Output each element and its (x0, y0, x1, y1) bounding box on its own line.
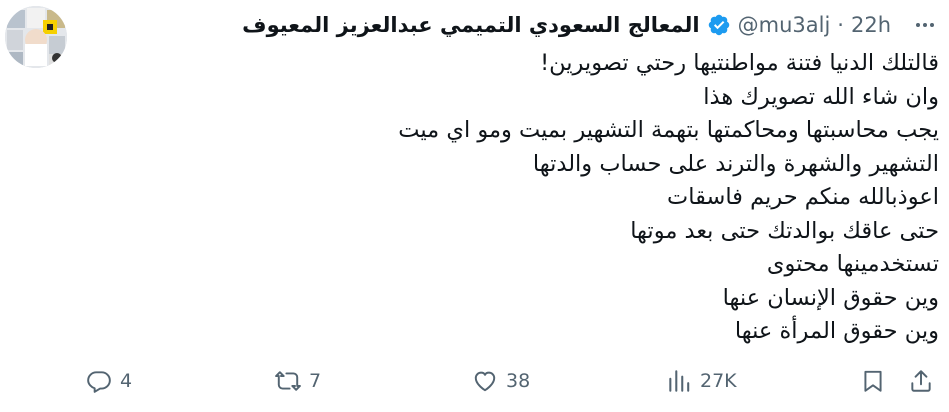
display-name[interactable]: المعالج السعودي التميمي عبدالعزيز المعيو… (242, 13, 699, 37)
share-button[interactable] (908, 360, 934, 402)
more-options-icon[interactable] (910, 10, 940, 40)
share-icon (911, 370, 931, 392)
bookmark-button[interactable] (860, 360, 886, 402)
repost-button[interactable]: 7 (275, 360, 321, 402)
separator: · (837, 13, 844, 37)
tweet-line: اعوذبالله منكم حريم فاسقات (667, 184, 939, 210)
analytics-icon (669, 370, 690, 392)
tweet-line: قالتلك الدنيا فتنة مواطنتيها رحتي تصويري… (540, 50, 939, 76)
like-count: 38 (506, 370, 531, 392)
reply-count: 4 (120, 370, 133, 392)
tweet: 22h · @mu3alj المعالج السعودي التميمي عب… (0, 0, 949, 412)
reply-icon (87, 371, 111, 393)
tweet-line: حتى عاقك بوالدتك حتى بعد موتها (630, 217, 939, 244)
view-count: 27K (700, 370, 737, 392)
repost-count: 7 (309, 370, 322, 392)
tweet-text: قالتلك الدنيا فتنة مواطنتيها رحتي تصويري… (99, 47, 939, 349)
views-button[interactable]: 27K (666, 360, 737, 402)
like-button[interactable]: 38 (472, 360, 530, 402)
heart-icon (474, 371, 496, 392)
reply-button[interactable]: 4 (86, 360, 132, 402)
action-bar: 4 7 38 27K (0, 360, 949, 402)
tweet-line: يجب محاسبتها ومحاكمتها بتهمة التشهير بمي… (398, 117, 939, 143)
tweet-header: 22h · @mu3alj المعالج السعودي التميمي عب… (242, 8, 891, 42)
tweet-line: التشهير والشهرة والترند على حساب والدتها (532, 150, 939, 177)
verified-badge-icon (707, 13, 731, 37)
repost-icon (275, 371, 301, 391)
user-handle[interactable]: @mu3alj (738, 13, 831, 37)
bookmark-icon (864, 370, 882, 392)
avatar[interactable] (5, 6, 67, 68)
tweet-line: وان شاء الله تصويرك هذا (703, 83, 939, 110)
tweet-line: وين حقوق الإنسان عنها (722, 284, 939, 311)
tweet-line: وين حقوق المرأة عنها (734, 318, 939, 344)
tweet-line: تستخدمينها محتوى (766, 251, 939, 277)
avatar-image (5, 6, 67, 68)
timestamp[interactable]: 22h (851, 13, 891, 37)
